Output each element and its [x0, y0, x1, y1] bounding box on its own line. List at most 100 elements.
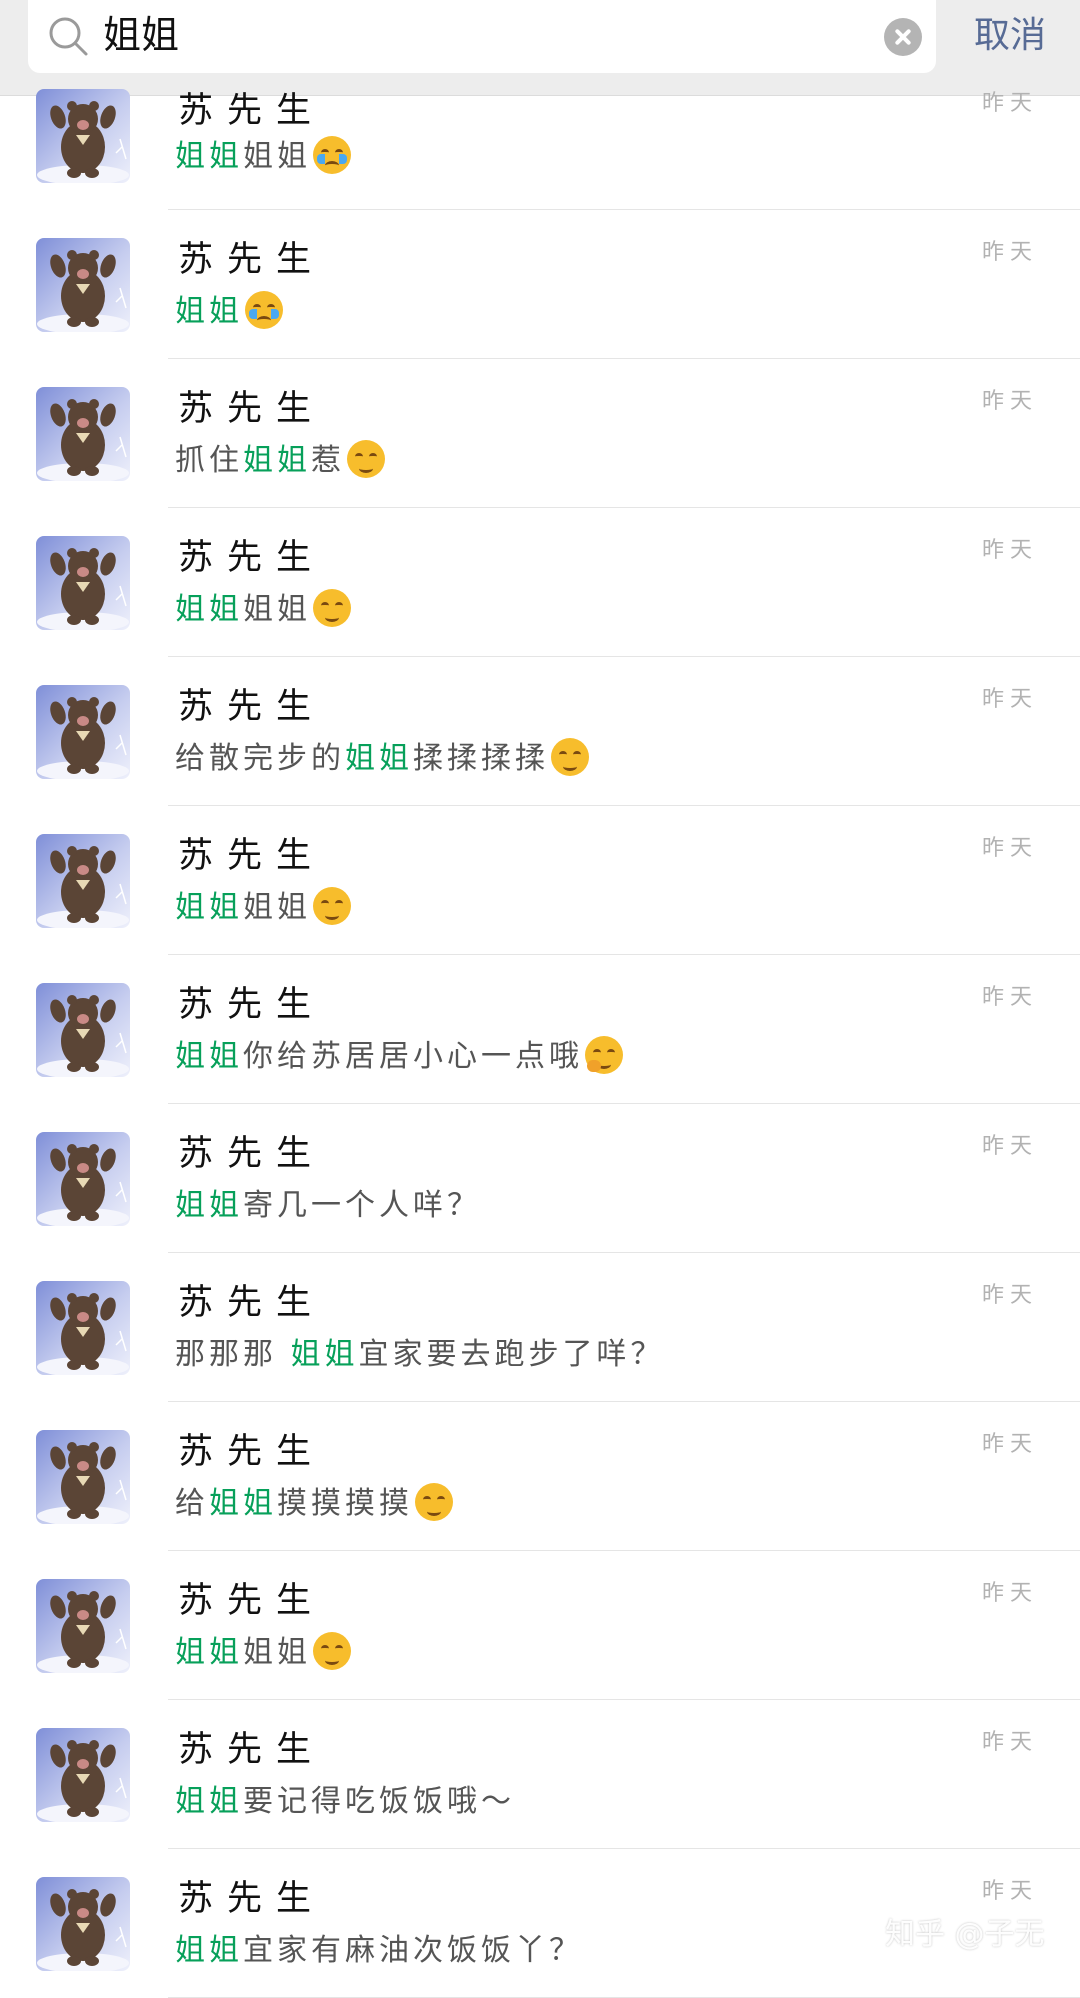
cancel-button[interactable]: 取消: [955, 12, 1065, 60]
snippet-suffix: 揉揉揉揉: [413, 741, 549, 776]
keyword-highlight: 姐姐: [175, 1635, 243, 1670]
message-snippet: 姐姐姐姐: [175, 886, 351, 930]
keyword-highlight: 姐姐: [175, 294, 243, 329]
contact-name: 苏先生: [178, 687, 326, 727]
message-snippet: 给姐姐摸摸摸摸: [175, 1482, 453, 1526]
keyword-highlight: 姐姐: [175, 1784, 243, 1819]
snippet-prefix: 那那那: [175, 1337, 291, 1372]
smiling-face-icon: [415, 1483, 453, 1521]
watermark: 知乎 @子无: [885, 1917, 1045, 1952]
smiling-face-icon: [551, 738, 589, 776]
keyword-highlight: 姐姐: [175, 592, 243, 627]
smiling-face-icon: [313, 589, 351, 627]
timestamp: 昨天: [981, 836, 1038, 861]
message-snippet: 姐姐姐姐: [175, 588, 351, 632]
timestamp: 昨天: [981, 1283, 1038, 1308]
keyword-highlight: 姐姐: [175, 890, 243, 925]
keyword-highlight: 姐姐: [175, 139, 243, 174]
timestamp: 昨天: [981, 1730, 1038, 1755]
snippet-suffix: 你给苏居居小心一点哦: [243, 1039, 583, 1074]
search-result-row[interactable]: 苏先生姐姐要记得吃饭饭哦～ 昨天: [0, 1700, 1080, 1849]
snippet-suffix: 寄几一个人咩？: [243, 1188, 481, 1223]
avatar[interactable]: [36, 89, 130, 183]
keyword-highlight: 姐姐: [175, 1188, 243, 1223]
snippet-suffix: 姐姐: [243, 592, 311, 627]
timestamp: 昨天: [981, 240, 1038, 265]
search-result-row[interactable]: 苏先生 姐姐你给苏居居小心一点哦 昨天: [0, 955, 1080, 1104]
message-snippet: 姐姐: [175, 290, 283, 334]
message-snippet: 那那那 姐姐宜家要去跑步了咩？: [175, 1333, 665, 1377]
keyword-highlight: 姐姐: [290, 1337, 359, 1372]
snippet-suffix: 宜家要去跑步了咩？: [358, 1337, 665, 1372]
snippet-suffix: 宜家有麻油次饭饭丫？: [243, 1933, 583, 1968]
clear-icon[interactable]: [884, 18, 922, 56]
message-snippet: 抓住姐姐惹: [175, 439, 385, 483]
avatar[interactable]: [36, 536, 130, 630]
keyword-highlight: 姐姐: [209, 1486, 277, 1521]
search-result-row[interactable]: 苏先生姐姐寄几一个人咩？ 昨天: [0, 1104, 1080, 1253]
keyword-highlight: 姐姐: [243, 443, 311, 478]
contact-name: 苏先生: [178, 1730, 326, 1770]
message-snippet: 姐姐宜家有麻油次饭饭丫？: [175, 1929, 583, 1973]
contact-name: 苏先生: [178, 1879, 326, 1919]
search-result-row[interactable]: 苏先生 姐姐姐姐 昨天: [0, 1551, 1080, 1700]
keyword-highlight: 姐姐: [345, 741, 413, 776]
avatar[interactable]: [36, 1579, 130, 1673]
search-box[interactable]: 姐姐: [28, 0, 936, 73]
search-icon: [49, 17, 88, 56]
avatar[interactable]: [36, 834, 130, 928]
contact-name: 苏先生: [178, 1432, 326, 1472]
search-results-list: 苏先生 姐姐姐姐 昨天 苏先生 姐姐 昨天 苏先生 抓住姐姐惹 昨天 苏先生 姐…: [0, 89, 1080, 1998]
timestamp: 昨天: [981, 1134, 1038, 1159]
search-result-row[interactable]: 苏先生 姐姐姐姐 昨天: [0, 89, 1080, 210]
message-snippet: 姐姐你给苏居居小心一点哦: [175, 1035, 623, 1079]
message-snippet: 姐姐姐姐: [175, 135, 351, 179]
search-input[interactable]: 姐姐: [103, 10, 179, 60]
avatar[interactable]: [36, 1430, 130, 1524]
message-snippet: 给散完步的姐姐揉揉揉揉: [175, 737, 589, 781]
snippet-suffix: 摸摸摸摸: [277, 1486, 413, 1521]
snippet-suffix: 姐姐: [243, 139, 311, 174]
timestamp: 昨天: [981, 1432, 1038, 1457]
thinking-face-icon: [585, 1036, 623, 1074]
avatar[interactable]: [36, 1132, 130, 1226]
snippet-prefix: 抓住: [175, 443, 243, 478]
contact-name: 苏先生: [178, 240, 326, 280]
search-result-row[interactable]: 苏先生姐姐 昨天: [0, 210, 1080, 359]
message-snippet: 姐姐姐姐: [175, 1631, 351, 1675]
keyword-highlight: 姐姐: [175, 1039, 243, 1074]
contact-name: 苏先生: [178, 1134, 326, 1174]
contact-name: 苏先生: [178, 836, 326, 876]
timestamp: 昨天: [981, 389, 1038, 414]
timestamp: 昨天: [981, 985, 1038, 1010]
avatar[interactable]: [36, 983, 130, 1077]
search-result-row[interactable]: 苏先生抓住姐姐惹 昨天: [0, 359, 1080, 508]
smiling-face-icon: [347, 440, 385, 478]
avatar[interactable]: [36, 1728, 130, 1822]
avatar[interactable]: [36, 685, 130, 779]
contact-name: 苏先生: [178, 538, 326, 578]
avatar[interactable]: [36, 387, 130, 481]
contact-name: 苏先生: [178, 1283, 326, 1323]
contact-name: 苏先生: [178, 389, 326, 429]
loudly-crying-face-icon: [245, 291, 283, 329]
search-result-row[interactable]: 苏先生 给散完步的姐姐揉揉揉揉 昨天: [0, 657, 1080, 806]
search-result-row[interactable]: 苏先生那那那 姐姐宜家要去跑步了咩？ 昨天: [0, 1253, 1080, 1402]
snippet-prefix: 给散完步的: [175, 741, 345, 776]
timestamp: 昨天: [981, 1879, 1038, 1904]
message-snippet: 姐姐寄几一个人咩？: [175, 1184, 481, 1228]
contact-name: 苏先生: [178, 91, 326, 131]
snippet-suffix: 惹: [311, 443, 345, 478]
smiling-face-icon: [313, 887, 351, 925]
avatar[interactable]: [36, 1281, 130, 1375]
search-result-row[interactable]: 苏先生姐姐姐姐 昨天: [0, 508, 1080, 657]
avatar[interactable]: [36, 1877, 130, 1971]
search-result-row[interactable]: 苏先生给姐姐摸摸摸摸 昨天: [0, 1402, 1080, 1551]
message-snippet: 姐姐要记得吃饭饭哦～: [175, 1780, 515, 1824]
avatar[interactable]: [36, 238, 130, 332]
snippet-suffix: 姐姐: [243, 1635, 311, 1670]
timestamp: 昨天: [981, 1581, 1038, 1606]
search-result-row[interactable]: 苏先生姐姐姐姐 昨天: [0, 806, 1080, 955]
smiling-face-icon: [313, 1632, 351, 1670]
timestamp: 昨天: [981, 538, 1038, 563]
